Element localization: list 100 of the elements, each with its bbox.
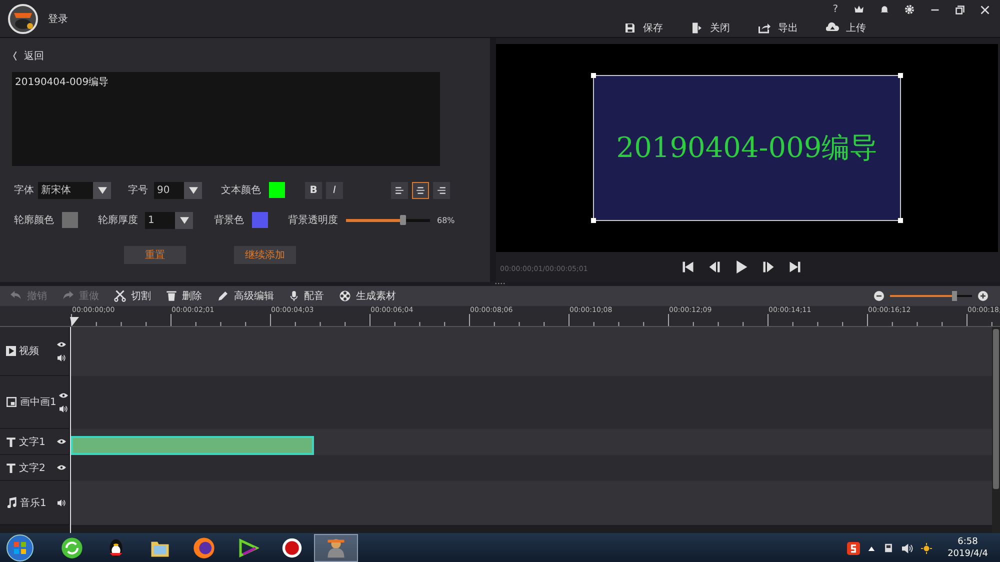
caret-icon xyxy=(98,186,106,194)
play-icon xyxy=(735,260,748,274)
eye-icon[interactable] xyxy=(57,438,66,445)
zoom-out-icon[interactable] xyxy=(874,291,884,301)
fox-globe-icon[interactable] xyxy=(193,537,215,559)
dub-button[interactable]: 配音 xyxy=(289,289,324,303)
export-button[interactable]: 导出 xyxy=(758,21,798,35)
crown-icon[interactable] xyxy=(853,4,865,14)
outline-color-swatch[interactable] xyxy=(62,212,78,228)
align-right-button[interactable] xyxy=(433,182,450,198)
track-header[interactable]: 音乐1 xyxy=(0,481,70,525)
track-name: 画中画1 xyxy=(20,396,56,409)
zoom-thumb[interactable] xyxy=(952,291,957,301)
redo-icon xyxy=(62,290,74,302)
opacity-label: 背景透明度 xyxy=(288,214,338,227)
font-label: 字体 xyxy=(14,184,34,197)
resize-handle[interactable] xyxy=(898,218,903,223)
eye-icon[interactable] xyxy=(57,340,66,348)
bold-button[interactable]: B xyxy=(305,182,322,198)
font-dropdown[interactable]: 新宋体 xyxy=(38,182,111,198)
italic-button[interactable]: I xyxy=(326,182,343,198)
align-center-icon xyxy=(415,186,426,194)
upload-button[interactable]: 上传 xyxy=(826,21,866,35)
record-icon[interactable] xyxy=(281,537,303,559)
skip-start-icon xyxy=(682,261,694,273)
skip-start-button[interactable] xyxy=(682,261,694,273)
save-button[interactable]: 保存 xyxy=(624,21,663,35)
cut-button[interactable]: 切割 xyxy=(114,289,151,303)
size-label: 字号 xyxy=(128,184,148,197)
network-icon[interactable] xyxy=(882,542,894,554)
undo-icon xyxy=(10,290,22,302)
add-more-button[interactable]: 继续添加 xyxy=(234,246,296,264)
background-color-label: 背景色 xyxy=(214,214,244,227)
eye-icon[interactable] xyxy=(59,392,68,398)
text-t-icon xyxy=(6,436,16,446)
eye-icon[interactable] xyxy=(57,464,66,471)
input-method-icon[interactable] xyxy=(846,542,860,554)
help-button[interactable]: ? xyxy=(832,4,838,15)
text-clip[interactable] xyxy=(71,436,314,455)
scissors-icon xyxy=(114,290,126,302)
speaker-icon[interactable] xyxy=(57,354,66,362)
grip-dots-icon[interactable] xyxy=(495,282,505,285)
login-link[interactable]: 登录 xyxy=(48,12,68,26)
picture-in-picture-icon xyxy=(6,397,17,407)
sun-icon[interactable] xyxy=(920,542,932,554)
align-left-button[interactable] xyxy=(391,182,408,198)
track-header[interactable]: 视频 xyxy=(0,327,70,376)
reset-button[interactable]: 重置 xyxy=(124,246,186,264)
circular-arrows-icon[interactable] xyxy=(61,537,83,559)
play-button[interactable] xyxy=(735,260,748,274)
start-orb-icon[interactable] xyxy=(6,534,34,562)
track-header[interactable]: 文字2 xyxy=(0,455,70,481)
track-header[interactable]: 文字1 xyxy=(0,429,70,455)
size-dropdown[interactable]: 90 xyxy=(154,182,202,198)
outline-width-dropdown[interactable]: 1 xyxy=(145,212,193,228)
skip-end-icon xyxy=(789,261,801,273)
close-button[interactable]: 关闭 xyxy=(691,21,730,35)
clock[interactable]: 6:58 2019/4/4 xyxy=(948,536,988,560)
share-icon xyxy=(758,22,771,34)
tray-up-arrow-icon[interactable] xyxy=(868,546,875,550)
zoom-in-icon[interactable] xyxy=(978,291,988,301)
back-link[interactable]: 返回 xyxy=(12,46,44,66)
step-forward-button[interactable] xyxy=(762,261,775,273)
caret-icon xyxy=(180,216,188,224)
track-header[interactable]: 画中画1 xyxy=(0,376,70,429)
music-note-icon xyxy=(6,497,17,508)
align-center-button[interactable] xyxy=(412,182,429,198)
align-left-icon xyxy=(394,186,405,194)
speaker-icon[interactable] xyxy=(57,498,66,506)
trash-icon xyxy=(166,290,177,302)
scrollbar[interactable] xyxy=(992,327,1000,533)
delete-button[interactable]: 删除 xyxy=(166,289,202,303)
volume-icon[interactable] xyxy=(902,542,913,554)
resize-handle[interactable] xyxy=(591,218,596,223)
settings-icon[interactable] xyxy=(904,4,915,15)
text-input-field[interactable]: 20190404-009编导 xyxy=(12,72,440,166)
resize-handle[interactable] xyxy=(898,73,903,78)
step-back-button[interactable] xyxy=(708,261,721,273)
skip-end-button[interactable] xyxy=(789,261,801,273)
text-frame[interactable]: 20190404-009编导 xyxy=(593,75,901,221)
exit-icon xyxy=(691,22,703,34)
track-name: 视频 xyxy=(19,344,40,358)
app-logo-icon[interactable] xyxy=(8,4,38,34)
text-color-swatch[interactable] xyxy=(269,182,285,198)
chevron-left-icon xyxy=(12,51,18,61)
cloud-icon xyxy=(826,22,839,34)
close-icon[interactable] xyxy=(980,4,990,14)
pencil-icon xyxy=(217,290,229,302)
generate-button[interactable]: 生成素材 xyxy=(339,289,396,303)
edit-button[interactable]: 高级编辑 xyxy=(217,289,274,303)
resize-handle[interactable] xyxy=(591,73,596,78)
step-forward-icon xyxy=(762,261,775,273)
play-triangle-icon[interactable] xyxy=(237,538,259,558)
background-color-swatch[interactable] xyxy=(252,212,268,228)
step-back-icon xyxy=(708,261,721,273)
figure-icon[interactable] xyxy=(325,537,347,559)
speaker-icon[interactable] xyxy=(59,404,68,412)
bell-icon[interactable] xyxy=(880,4,889,15)
slider-thumb[interactable] xyxy=(400,214,406,224)
restore-icon[interactable] xyxy=(955,4,965,14)
